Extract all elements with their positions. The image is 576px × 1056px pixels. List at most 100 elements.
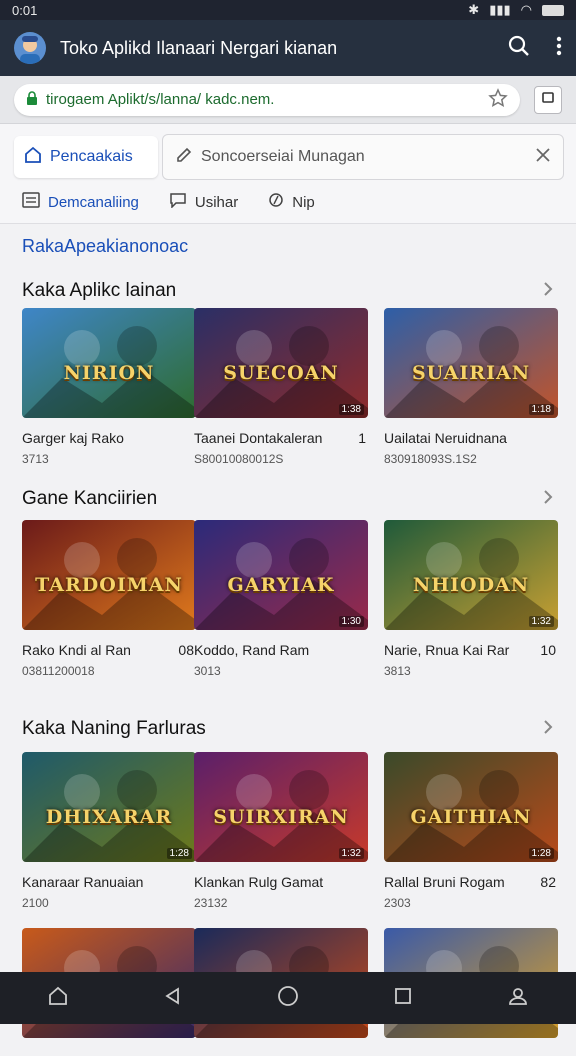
app-meta: 2303 bbox=[384, 896, 411, 910]
list-icon bbox=[22, 192, 40, 212]
app-meta: 3713 bbox=[22, 452, 49, 466]
app-name: Uailatai Neruidnana bbox=[384, 430, 507, 446]
avatar[interactable] bbox=[14, 32, 46, 64]
app-name: Klankan Rulg Gamat bbox=[194, 874, 324, 890]
chat-icon bbox=[169, 192, 187, 212]
app-card[interactable]: DHIXARAR 1:28 Kanaraar Ranuaian 2100 bbox=[22, 752, 196, 910]
home-circle-icon[interactable] bbox=[277, 985, 299, 1012]
app-meta: 03811200018 bbox=[22, 664, 95, 678]
close-icon[interactable] bbox=[535, 147, 551, 168]
duration-badge: 1:38 bbox=[338, 404, 364, 415]
game-logo-text: GARYIAK bbox=[227, 574, 335, 596]
app-tag: 10 bbox=[540, 642, 556, 658]
app-name-row: Rallal Bruni Rogam 82 bbox=[384, 874, 558, 890]
app-thumbnail[interactable]: NHIODAN 1:32 bbox=[384, 520, 558, 630]
address-bar: tirogaem Aplikt/s/lanna/ kadc.nem. bbox=[0, 76, 576, 124]
tab-search-label: Pencaakais bbox=[50, 148, 133, 165]
app-name: Koddo, Rand Ram bbox=[194, 642, 310, 658]
navigation-bar bbox=[0, 972, 576, 1024]
url-field[interactable]: tirogaem Aplikt/s/lanna/ kadc.nem. bbox=[14, 83, 520, 116]
app-card[interactable]: GAITHIAN 1:28 Rallal Bruni Rogam 82 2303 bbox=[384, 752, 558, 910]
section-title: Kaka Aplikc lainan bbox=[22, 280, 177, 301]
status-bar: 0:01 ✱ ▮▮▮ ◠ bbox=[0, 0, 576, 20]
bookmark-star-icon[interactable] bbox=[488, 87, 508, 112]
app-name: Kanaraar Ranuaian bbox=[22, 874, 144, 890]
recents-icon[interactable] bbox=[393, 986, 413, 1011]
lock-icon bbox=[26, 90, 38, 109]
search-toolbar: Pencaakais Demcanaliing Usihar Nip bbox=[0, 124, 576, 224]
tabs-icon bbox=[541, 90, 555, 109]
duration-badge: 1:18 bbox=[528, 404, 554, 415]
app-bar: Toko Aplikd Ilanaari Nergari kianan bbox=[0, 20, 576, 76]
filter-label: Usihar bbox=[194, 193, 239, 211]
back-icon[interactable] bbox=[163, 986, 183, 1011]
game-logo-text: SUIRXIRAN bbox=[213, 806, 349, 828]
url-text: tirogaem Aplikt/s/lanna/ kadc.nem. bbox=[46, 91, 275, 108]
game-logo-text: GAITHIAN bbox=[410, 806, 532, 828]
app-name-row: Uailatai Neruidnana bbox=[384, 430, 558, 446]
home-icon[interactable] bbox=[47, 985, 69, 1012]
duration-badge: 1:28 bbox=[166, 848, 192, 859]
app-meta: 3013 bbox=[194, 664, 221, 678]
app-tag: 1 bbox=[358, 430, 366, 446]
wifi-icon: ◠ bbox=[520, 2, 532, 17]
app-card[interactable]: NIRION Garger kaj Rako 3713 bbox=[22, 308, 196, 466]
app-meta: 23132 bbox=[194, 896, 228, 910]
app-card[interactable]: SUECOAN 1:38 Taanei Dontakaleran 1 S80010080… bbox=[194, 308, 368, 466]
search-input[interactable] bbox=[201, 148, 535, 166]
filter-item[interactable]: Demcanaliing bbox=[22, 192, 139, 212]
status-time: 0:01 bbox=[12, 2, 38, 18]
app-thumbnail[interactable]: SUAIRIAN 1:18 bbox=[384, 308, 558, 418]
duration-badge: 1:30 bbox=[338, 616, 364, 627]
profile-icon[interactable] bbox=[507, 985, 529, 1012]
app-thumbnail[interactable]: SUECOAN 1:38 bbox=[194, 308, 368, 418]
more-options-icon[interactable] bbox=[556, 36, 562, 61]
app-thumbnail[interactable]: TARDOIMAN bbox=[22, 520, 196, 630]
section-title: Kaka Naning Farluras bbox=[22, 718, 206, 739]
app-card[interactable]: GARYIAK 1:30 Koddo, Rand Ram 3013 bbox=[194, 520, 368, 678]
game-logo-text: TARDOIMAN bbox=[35, 574, 183, 596]
game-logo-text: NHIODAN bbox=[412, 574, 530, 596]
tabs-button[interactable] bbox=[534, 85, 562, 114]
app-tag: 82 bbox=[540, 874, 556, 890]
filter-label: Nip bbox=[292, 193, 315, 211]
app-card[interactable]: SUIRXIRAN 1:32 Klankan Rulg Gamat 23132 bbox=[194, 752, 368, 910]
battery-icon bbox=[542, 4, 564, 16]
app-name: Narie, Rnua Kai Rar bbox=[384, 642, 510, 658]
duration-badge: 1:32 bbox=[528, 616, 554, 627]
app-title: Toko Aplikd Ilanaari Nergari kianan bbox=[60, 37, 338, 58]
app-thumbnail[interactable]: NIRION bbox=[22, 308, 196, 418]
app-name: Rallal Bruni Rogam bbox=[384, 874, 505, 890]
app-name: Garger kaj Rako bbox=[22, 430, 124, 446]
duration-badge: 1:28 bbox=[528, 848, 554, 859]
app-card[interactable]: TARDOIMAN Rako Kndi al Ran 08 03811200018 bbox=[22, 520, 196, 678]
page-heading: RakaApeakianonoac bbox=[22, 236, 189, 256]
app-meta: 830918093S.1S2 bbox=[384, 452, 477, 466]
search-icon[interactable] bbox=[508, 35, 530, 62]
duration-badge: 1:32 bbox=[338, 848, 364, 859]
tab-search[interactable]: Pencaakais bbox=[14, 136, 158, 178]
filter-item[interactable]: Usihar bbox=[169, 192, 238, 212]
app-thumbnail[interactable]: DHIXARAR 1:28 bbox=[22, 752, 196, 862]
app-name-row: Taanei Dontakaleran 1 bbox=[194, 430, 368, 446]
game-logo-text: SUAIRIAN bbox=[411, 362, 531, 384]
bluetooth-icon: ✱ bbox=[468, 2, 480, 17]
app-name-row: Narie, Rnua Kai Rar 10 bbox=[384, 642, 558, 658]
chevron-right-icon[interactable] bbox=[542, 718, 554, 741]
filter-row: Demcanaliing Usihar Nip bbox=[22, 192, 315, 212]
filter-item[interactable]: Nip bbox=[268, 192, 315, 212]
search-box bbox=[162, 134, 564, 180]
app-meta: 2100 bbox=[22, 896, 49, 910]
chevron-right-icon[interactable] bbox=[542, 488, 554, 511]
app-name: Rako Kndi al Ran bbox=[22, 642, 131, 658]
app-thumbnail[interactable]: GAITHIAN 1:28 bbox=[384, 752, 558, 862]
app-name-row: Koddo, Rand Ram bbox=[194, 642, 368, 658]
app-name-row: Klankan Rulg Gamat bbox=[194, 874, 368, 890]
app-tag: 08 bbox=[178, 642, 194, 658]
chevron-right-icon[interactable] bbox=[542, 280, 554, 303]
app-thumbnail[interactable]: GARYIAK 1:30 bbox=[194, 520, 368, 630]
tag-icon bbox=[268, 192, 284, 212]
app-card[interactable]: SUAIRIAN 1:18 Uailatai Neruidnana 830918093… bbox=[384, 308, 558, 466]
app-thumbnail[interactable]: SUIRXIRAN 1:32 bbox=[194, 752, 368, 862]
app-card[interactable]: NHIODAN 1:32 Narie, Rnua Kai Rar 10 3813 bbox=[384, 520, 558, 678]
